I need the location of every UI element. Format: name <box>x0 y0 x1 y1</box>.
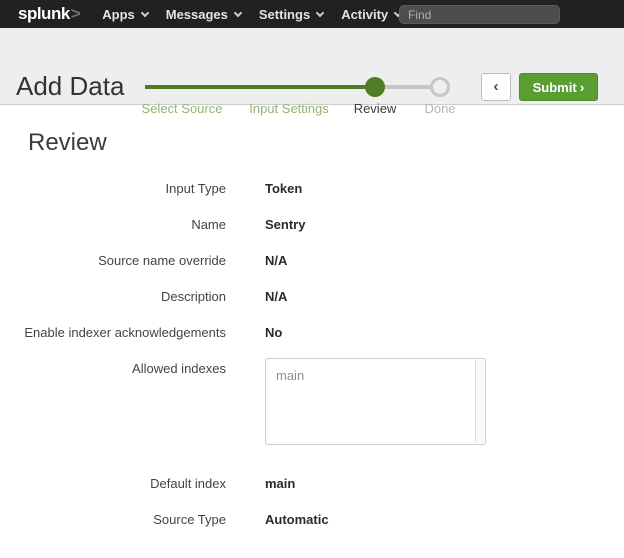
field-row-name: Name Sentry <box>0 217 624 232</box>
listbox-item: main <box>276 368 304 383</box>
field-label: Enable indexer acknowledgements <box>0 325 226 340</box>
menu-apps-label: Apps <box>102 7 135 22</box>
review-panel: Review Input Type Token Name Sentry Sour… <box>0 105 624 548</box>
splunk-logo-text: splunk <box>18 4 70 23</box>
step-dot-done <box>430 77 450 97</box>
splunk-logo-chevron: > <box>71 4 80 23</box>
top-nav-bar: splunk> Apps Messages Settings Activity <box>0 0 624 28</box>
splunk-logo[interactable]: splunk> <box>18 4 80 24</box>
field-value: N/A <box>265 289 287 304</box>
scrollbar-track[interactable] <box>475 360 484 443</box>
submit-button-label: Submit <box>533 80 577 95</box>
menu-apps[interactable]: Apps <box>93 0 157 28</box>
wizard-header: Add Data Select Source Input Settings Re… <box>0 28 624 105</box>
field-value: Token <box>265 181 302 196</box>
field-row-indexer-ack: Enable indexer acknowledgements No <box>0 325 624 340</box>
allowed-indexes-listbox[interactable]: main <box>265 358 486 445</box>
chevron-right-icon: › <box>580 79 585 95</box>
menu-activity-label: Activity <box>341 7 388 22</box>
field-value: main <box>265 476 295 491</box>
field-label: Source Type <box>0 512 226 527</box>
find-input[interactable] <box>399 5 560 24</box>
field-label: Allowed indexes <box>0 361 226 376</box>
step-dot-review <box>365 77 385 97</box>
chevron-left-icon: ‹ <box>494 78 499 95</box>
field-label: Source name override <box>0 253 226 268</box>
field-label: Description <box>0 289 226 304</box>
review-form: Input Type Token Name Sentry Source name… <box>0 181 624 527</box>
menu-settings[interactable]: Settings <box>250 0 332 28</box>
field-value: Sentry <box>265 217 305 232</box>
field-row-default-index: Default index main <box>0 476 624 491</box>
submit-button[interactable]: Submit› <box>519 73 598 101</box>
chevron-down-icon <box>316 8 324 16</box>
field-value: N/A <box>265 253 287 268</box>
progress-line-completed <box>145 85 375 89</box>
back-button[interactable]: ‹ <box>481 73 511 101</box>
field-row-allowed-indexes: Allowed indexes main <box>0 361 624 445</box>
field-label: Input Type <box>0 181 226 196</box>
field-label: Name <box>0 217 226 232</box>
field-row-source-type: Source Type Automatic <box>0 512 624 527</box>
top-nav-menus: Apps Messages Settings Activity <box>93 0 410 28</box>
page-title: Add Data <box>16 71 124 102</box>
field-row-description: Description N/A <box>0 289 624 304</box>
field-label: Default index <box>0 476 226 491</box>
field-value: No <box>265 325 282 340</box>
chevron-down-icon <box>140 8 148 16</box>
review-heading: Review <box>28 129 624 157</box>
field-row-source-name-override: Source name override N/A <box>0 253 624 268</box>
menu-messages-label: Messages <box>166 7 228 22</box>
field-value: Automatic <box>265 512 329 527</box>
chevron-down-icon <box>234 8 242 16</box>
menu-settings-label: Settings <box>259 7 310 22</box>
field-row-input-type: Input Type Token <box>0 181 624 196</box>
menu-messages[interactable]: Messages <box>157 0 250 28</box>
